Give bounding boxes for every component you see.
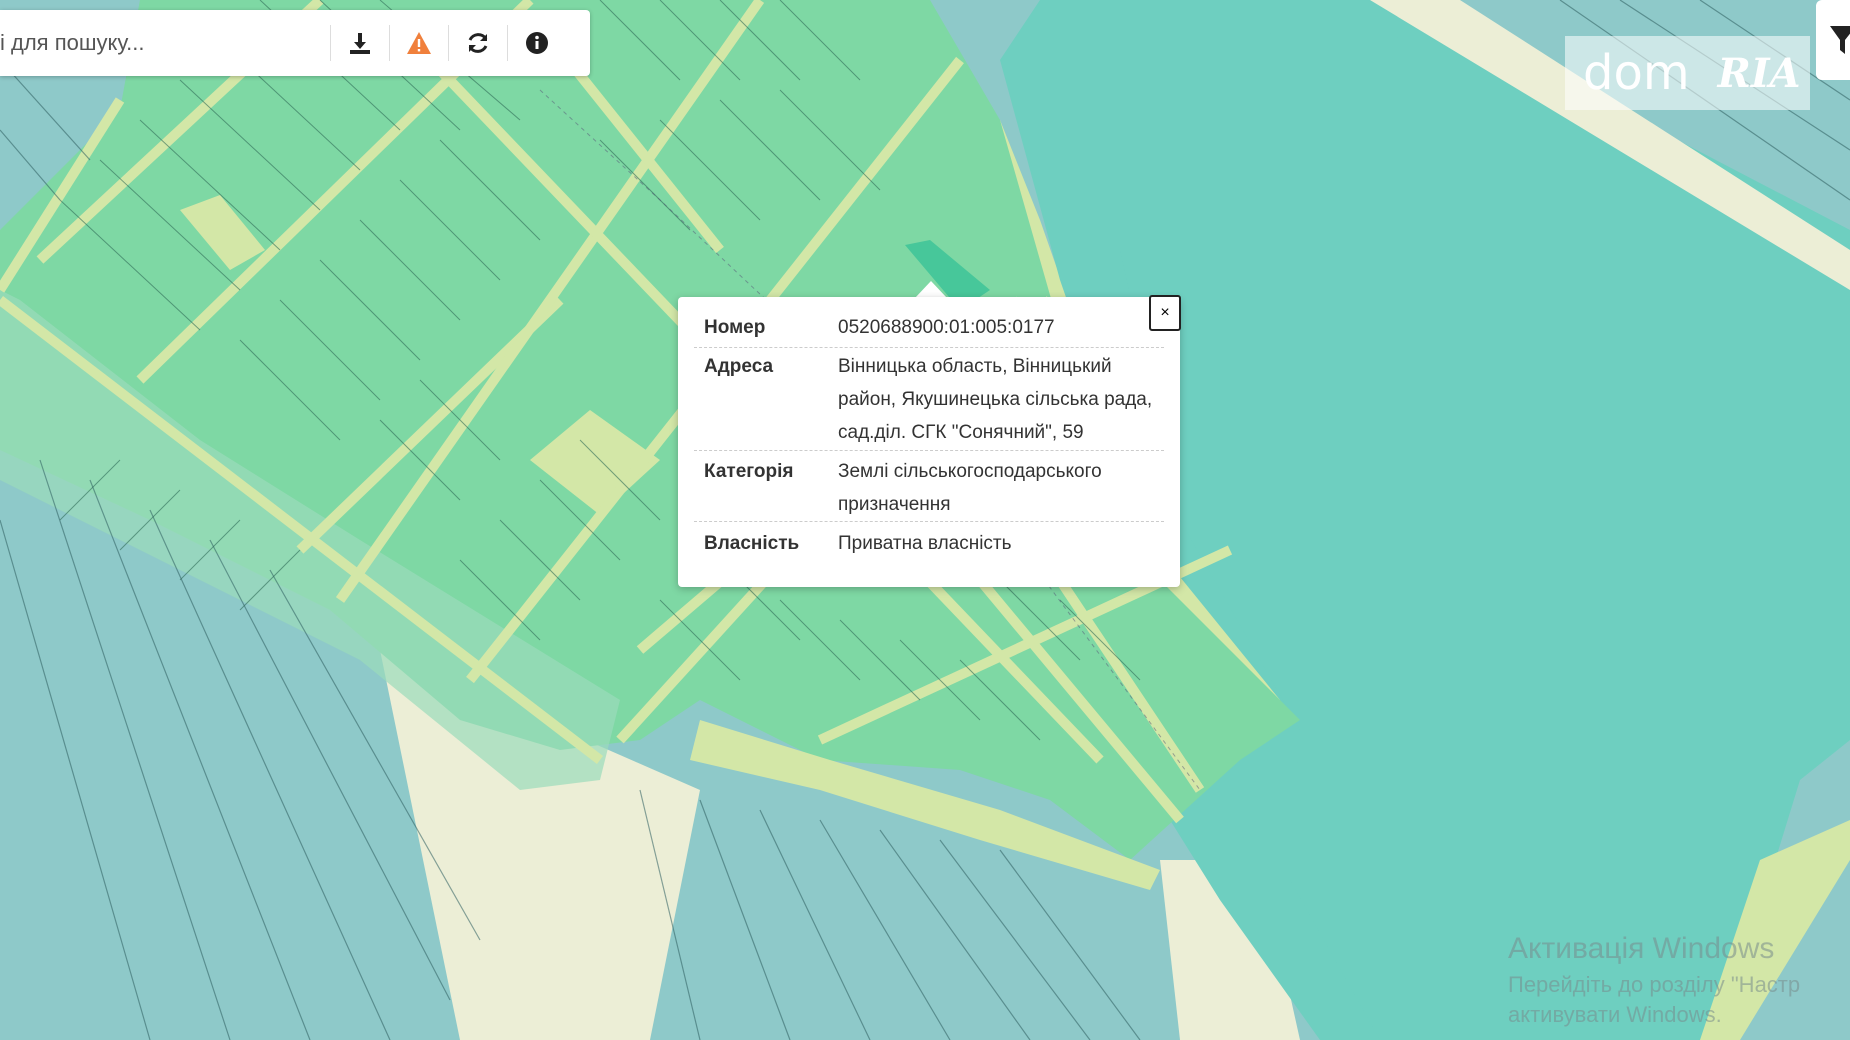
refresh-button[interactable] (449, 18, 507, 68)
search-input[interactable] (0, 23, 330, 63)
warning-button[interactable] (390, 18, 448, 68)
ownership-label: Власність (704, 533, 800, 554)
info-row-address: Адреса Вінницька область, Вінницький рай… (694, 348, 1164, 451)
info-row-number: Номер 0520688900:01:005:0177 (694, 309, 1164, 348)
number-value: 0520688900:01:005:0177 (838, 317, 1055, 338)
download-icon (350, 33, 370, 54)
warning-icon (407, 32, 431, 54)
info-row-category: Категорія Землі сільськогосподарського п… (694, 453, 1164, 522)
refresh-icon (468, 33, 488, 53)
address-label: Адреса (704, 356, 774, 377)
domria-logo: dom RIA (1565, 36, 1810, 110)
ownership-value: Приватна власність (838, 533, 1012, 554)
logo-dom-text: dom (1583, 45, 1690, 101)
popup-pointer (915, 281, 947, 298)
filter-icon (1830, 26, 1850, 54)
address-value: Вінницька область, Вінницький район, Яку… (838, 356, 1153, 443)
logo-ria-text: RIA (1717, 49, 1801, 97)
category-label: Категорія (704, 461, 794, 482)
number-label: Номер (704, 317, 766, 338)
filter-button[interactable] (1816, 0, 1850, 80)
watermark-title: Активація Windows (1508, 932, 1775, 965)
download-button[interactable] (331, 18, 389, 68)
info-row-ownership: Власність Приватна власність (694, 525, 1164, 563)
category-value: Землі сільськогосподарського призначення (838, 461, 1102, 515)
watermark-line2: Перейдіть до розділу "Настр (1508, 972, 1801, 997)
info-icon (526, 32, 548, 54)
parcel-info-popup: × Номер 0520688900:01:005:0177 Адреса Ві… (678, 295, 1181, 587)
info-button[interactable] (508, 18, 566, 68)
windows-activation-watermark: Активація Windows Перейдіть до розділу "… (1508, 932, 1800, 1028)
search-toolbar (0, 10, 590, 76)
watermark-line3: активувати Windows. (1508, 1002, 1722, 1027)
